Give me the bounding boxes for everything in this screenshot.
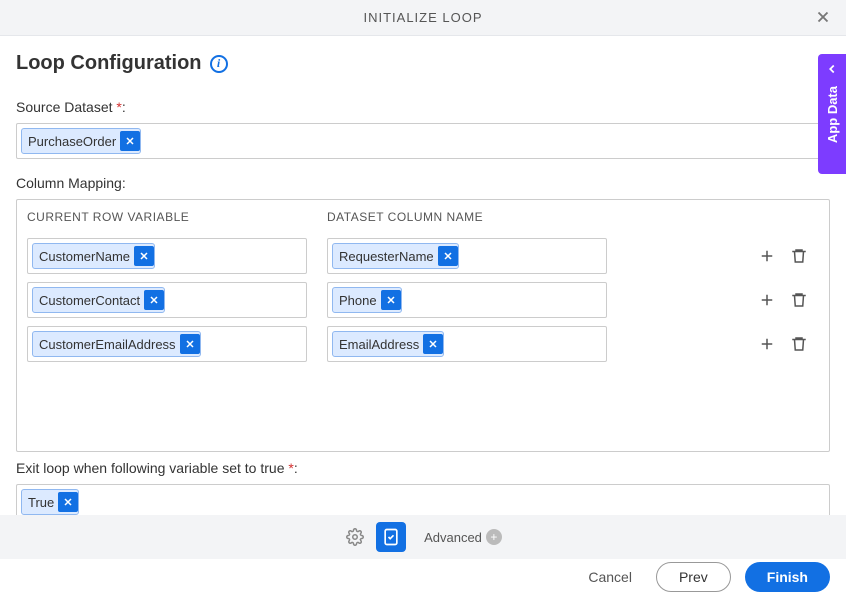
chip-label: RequesterName <box>339 249 434 264</box>
x-icon <box>442 250 454 262</box>
x-icon <box>62 496 74 508</box>
variable-chip: CustomerName <box>32 243 155 269</box>
delete-row-button[interactable] <box>789 290 809 310</box>
chip-remove-button[interactable] <box>180 334 200 354</box>
chip-label: PurchaseOrder <box>28 134 116 149</box>
bottom-actions: Cancel Prev Finish <box>0 559 846 595</box>
variable-chip: CustomerContact <box>32 287 165 313</box>
x-icon <box>124 135 136 147</box>
info-icon[interactable]: i <box>210 55 228 73</box>
chip-label: CustomerEmailAddress <box>39 337 176 352</box>
add-row-button[interactable] <box>757 290 777 310</box>
source-dataset-input[interactable]: PurchaseOrder <box>16 123 830 159</box>
header-variable: CURRENT ROW VARIABLE <box>27 210 327 224</box>
x-icon <box>385 294 397 306</box>
dataset-chip: EmailAddress <box>332 331 444 357</box>
chip-remove-button[interactable] <box>381 290 401 310</box>
dataset-chip: Phone <box>332 287 402 313</box>
dialog-title: INITIALIZE LOOP <box>363 10 482 25</box>
chip-remove-button[interactable] <box>120 131 140 151</box>
delete-row-button[interactable] <box>789 334 809 354</box>
variable-cell[interactable]: CustomerName <box>27 238 307 274</box>
mapping-row: CustomerName RequesterName <box>17 234 829 278</box>
clipboard-check-icon <box>381 527 401 547</box>
variable-cell[interactable]: CustomerContact <box>27 282 307 318</box>
dataset-cell[interactable]: EmailAddress <box>327 326 607 362</box>
plus-icon <box>758 291 776 309</box>
trash-icon <box>790 247 808 265</box>
finish-button[interactable]: Finish <box>745 562 830 592</box>
add-row-button[interactable] <box>757 246 777 266</box>
chip-remove-button[interactable] <box>423 334 443 354</box>
chip-label: EmailAddress <box>339 337 419 352</box>
add-row-button[interactable] <box>757 334 777 354</box>
prev-button[interactable]: Prev <box>656 562 731 592</box>
variable-cell[interactable]: CustomerEmailAddress <box>27 326 307 362</box>
footer-toolbar: Advanced + <box>0 515 846 559</box>
delete-row-button[interactable] <box>789 246 809 266</box>
side-tab-label: App Data <box>825 86 840 143</box>
header-dataset: DATASET COLUMN NAME <box>327 210 627 224</box>
dialog-header: INITIALIZE LOOP <box>0 0 846 36</box>
chevron-left-icon <box>825 62 839 76</box>
plus-circle-icon: + <box>486 529 502 545</box>
chip-remove-button[interactable] <box>438 246 458 266</box>
x-icon <box>138 250 150 262</box>
exit-loop-label: Exit loop when following variable set to… <box>16 460 298 476</box>
trash-icon <box>790 335 808 353</box>
validation-button[interactable] <box>376 522 406 552</box>
x-icon <box>148 294 160 306</box>
advanced-toggle[interactable]: Advanced + <box>424 529 502 545</box>
gear-icon <box>346 528 364 546</box>
x-icon <box>427 338 439 350</box>
close-icon <box>814 8 832 26</box>
mapping-row: CustomerEmailAddress EmailAddress <box>17 322 829 366</box>
dataset-cell[interactable]: Phone <box>327 282 607 318</box>
chip-remove-button[interactable] <box>144 290 164 310</box>
settings-button[interactable] <box>344 526 366 548</box>
chip-remove-button[interactable] <box>134 246 154 266</box>
column-mapping-label: Column Mapping: <box>16 175 830 191</box>
chip-label: True <box>28 495 54 510</box>
cancel-button[interactable]: Cancel <box>578 563 642 591</box>
section-title: Loop Configuration i <box>16 52 830 75</box>
trash-icon <box>790 291 808 309</box>
advanced-label: Advanced <box>424 530 482 545</box>
dataset-chip: RequesterName <box>332 243 459 269</box>
plus-icon <box>758 247 776 265</box>
section-title-text: Loop Configuration <box>16 52 202 75</box>
chip-label: CustomerName <box>39 249 130 264</box>
exit-loop-chip: True <box>21 489 79 515</box>
column-mapping-table: CURRENT ROW VARIABLE DATASET COLUMN NAME… <box>16 199 830 452</box>
app-data-tab[interactable]: App Data <box>818 54 846 174</box>
chip-remove-button[interactable] <box>58 492 78 512</box>
plus-icon <box>758 335 776 353</box>
source-dataset-label: Source Dataset *: <box>16 99 126 115</box>
variable-chip: CustomerEmailAddress <box>32 331 201 357</box>
chip-label: Phone <box>339 293 377 308</box>
dataset-cell[interactable]: RequesterName <box>327 238 607 274</box>
chip-label: CustomerContact <box>39 293 140 308</box>
x-icon <box>184 338 196 350</box>
source-dataset-chip: PurchaseOrder <box>21 128 141 154</box>
close-button[interactable] <box>814 8 834 28</box>
mapping-row: CustomerContact Phone <box>17 278 829 322</box>
